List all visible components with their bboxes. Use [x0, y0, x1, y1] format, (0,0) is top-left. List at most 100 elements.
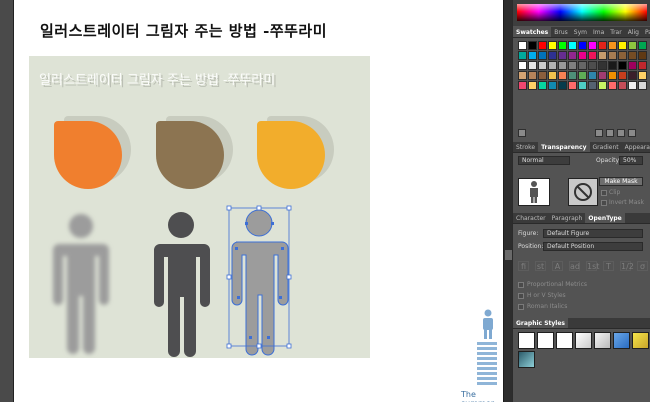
tab-pathfinder[interactable]: Path — [642, 27, 650, 37]
color-swatch[interactable] — [598, 41, 607, 50]
blend-mode-select[interactable]: Normal — [518, 156, 570, 165]
tab-symbols[interactable]: Sym — [571, 27, 590, 37]
color-swatch[interactable] — [518, 81, 527, 90]
titling-alternates-icon[interactable]: T — [603, 261, 614, 271]
ligature-icon[interactable]: fi — [518, 261, 529, 271]
color-swatch[interactable] — [588, 41, 597, 50]
color-swatch[interactable] — [578, 51, 587, 60]
color-swatch[interactable] — [548, 71, 557, 80]
tab-transparency[interactable]: Transparency — [538, 142, 590, 152]
color-swatch[interactable] — [518, 61, 527, 70]
color-swatch[interactable] — [548, 51, 557, 60]
artwork-image[interactable]: 일러스트레이터 그림자 주는 방법 -쭈뚜라미 — [29, 56, 370, 358]
mask-thumbnail[interactable] — [568, 178, 598, 206]
color-swatch[interactable] — [588, 61, 597, 70]
tab-opentype[interactable]: OpenType — [585, 213, 625, 223]
position-select[interactable]: Default Position — [543, 242, 643, 251]
color-swatch[interactable] — [548, 61, 557, 70]
color-swatch[interactable] — [618, 81, 627, 90]
swash-icon[interactable]: A — [552, 261, 563, 271]
canvas-area[interactable]: 일러스트레이터 그림자 주는 방법 -쭈뚜라미 일러스트레이터 그림자 주는 방… — [0, 0, 503, 402]
color-swatch[interactable] — [618, 71, 627, 80]
color-swatch[interactable] — [578, 81, 587, 90]
color-swatch[interactable] — [538, 41, 547, 50]
figure-select[interactable]: Default Figure — [543, 229, 643, 238]
new-swatch-icon[interactable] — [617, 129, 625, 137]
graphic-style-4[interactable] — [575, 332, 592, 349]
artboard[interactable]: 일러스트레이터 그림자 주는 방법 -쭈뚜라미 일러스트레이터 그림자 주는 방… — [13, 0, 503, 402]
graphic-style-8[interactable] — [518, 351, 535, 368]
color-swatch[interactable] — [528, 41, 537, 50]
color-swatch[interactable] — [618, 41, 627, 50]
color-swatch[interactable] — [518, 41, 527, 50]
stylistic-alternates-icon[interactable]: ad — [569, 261, 580, 271]
tab-brushes[interactable]: Brus — [551, 27, 571, 37]
color-swatch[interactable] — [608, 41, 617, 50]
color-swatch[interactable] — [638, 41, 647, 50]
invert-mask-checkbox[interactable] — [601, 200, 607, 206]
graphic-style-7[interactable] — [632, 332, 649, 349]
ordinals-icon[interactable]: 1st — [586, 261, 599, 271]
tab-character[interactable]: Character — [513, 213, 549, 223]
color-swatch[interactable] — [608, 71, 617, 80]
color-swatch[interactable] — [598, 81, 607, 90]
clip-checkbox[interactable] — [601, 190, 607, 196]
tab-gradient[interactable]: Gradient — [590, 142, 622, 152]
color-swatch[interactable] — [578, 41, 587, 50]
color-swatch[interactable] — [608, 61, 617, 70]
color-swatch[interactable] — [528, 51, 537, 60]
opacity-field[interactable]: 50% — [619, 156, 643, 165]
color-swatch[interactable] — [598, 71, 607, 80]
color-swatch[interactable] — [558, 41, 567, 50]
color-swatch[interactable] — [538, 61, 547, 70]
graphic-style-5[interactable] — [594, 332, 611, 349]
color-swatch[interactable] — [568, 41, 577, 50]
tab-appearance[interactable]: Appeara — [622, 142, 650, 152]
tab-graphic-styles[interactable]: Graphic Styles — [513, 318, 568, 328]
color-swatch[interactable] — [618, 61, 627, 70]
tab-align[interactable]: Alig — [625, 27, 642, 37]
color-swatch[interactable] — [528, 81, 537, 90]
color-swatch[interactable] — [558, 51, 567, 60]
color-swatch[interactable] — [608, 51, 617, 60]
color-swatch[interactable] — [638, 51, 647, 60]
graphic-style-2[interactable] — [537, 332, 554, 349]
color-swatch[interactable] — [528, 61, 537, 70]
color-swatch[interactable] — [598, 51, 607, 60]
delete-swatch-icon[interactable] — [628, 129, 636, 137]
scrollbar-grip[interactable] — [505, 250, 512, 260]
color-swatch[interactable] — [558, 81, 567, 90]
color-swatch[interactable] — [628, 51, 637, 60]
color-swatch[interactable] — [538, 51, 547, 60]
show-kinds-icon[interactable] — [595, 129, 603, 137]
make-mask-button[interactable]: Make Mask — [599, 177, 643, 186]
color-swatch[interactable] — [548, 81, 557, 90]
graphic-style-3[interactable] — [556, 332, 573, 349]
graphic-style-6[interactable] — [613, 332, 630, 349]
discretionary-ligature-icon[interactable]: σ — [637, 261, 648, 271]
fractions-icon[interactable]: 1/2 — [620, 261, 634, 271]
color-swatch[interactable] — [558, 71, 567, 80]
color-swatch[interactable] — [558, 61, 567, 70]
color-swatch[interactable] — [518, 51, 527, 60]
color-swatch[interactable] — [568, 51, 577, 60]
contextual-alternates-icon[interactable]: st — [535, 261, 546, 271]
color-swatch[interactable] — [568, 81, 577, 90]
color-swatch[interactable] — [628, 61, 637, 70]
vertical-scrollbar[interactable] — [503, 0, 512, 402]
color-spectrum[interactable] — [517, 4, 647, 21]
color-swatch[interactable] — [538, 81, 547, 90]
color-swatch[interactable] — [588, 71, 597, 80]
color-swatch[interactable] — [608, 81, 617, 90]
color-swatch[interactable] — [548, 41, 557, 50]
graphic-style-default[interactable] — [518, 332, 535, 349]
color-swatch[interactable] — [628, 71, 637, 80]
swatch-library-icon[interactable] — [518, 129, 526, 137]
color-swatch[interactable] — [638, 81, 647, 90]
color-swatch[interactable] — [568, 71, 577, 80]
h-or-v-styles-checkbox[interactable] — [518, 293, 524, 299]
color-swatch[interactable] — [638, 71, 647, 80]
tab-image-trace[interactable]: Ima — [590, 27, 607, 37]
color-swatch[interactable] — [588, 51, 597, 60]
color-swatch[interactable] — [518, 71, 527, 80]
